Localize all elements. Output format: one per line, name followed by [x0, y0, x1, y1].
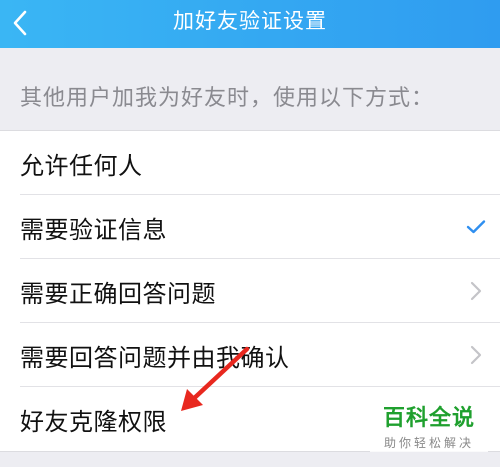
page-title: 加好友验证设置	[173, 9, 327, 33]
option-label: 好友克隆权限	[20, 407, 167, 436]
option-require-verification-message[interactable]: 需要验证信息	[0, 195, 500, 259]
option-allow-anyone[interactable]: 允许任何人	[0, 131, 500, 195]
watermark-subtitle: 助你轻松解决	[383, 436, 474, 450]
section-description: 其他用户加我为好友时，使用以下方式：	[0, 60, 500, 130]
chevron-right-icon	[464, 343, 488, 367]
checkmark-icon	[464, 215, 488, 239]
section-description-text: 其他用户加我为好友时，使用以下方式：	[20, 86, 435, 111]
option-require-correct-answer[interactable]: 需要正确回答问题	[0, 259, 500, 323]
option-answer-and-confirm[interactable]: 需要回答问题并由我确认	[0, 323, 500, 387]
option-label: 允许任何人	[20, 151, 143, 180]
watermark-logo: 百科全说 助你轻松解决	[370, 404, 488, 452]
watermark-title: 百科全说	[382, 406, 475, 431]
chevron-right-icon	[464, 279, 488, 303]
option-label: 需要验证信息	[20, 215, 167, 244]
option-label: 需要正确回答问题	[20, 279, 216, 308]
navigation-bar: 加好友验证设置	[0, 0, 500, 48]
option-label: 需要回答问题并由我确认	[20, 343, 290, 372]
